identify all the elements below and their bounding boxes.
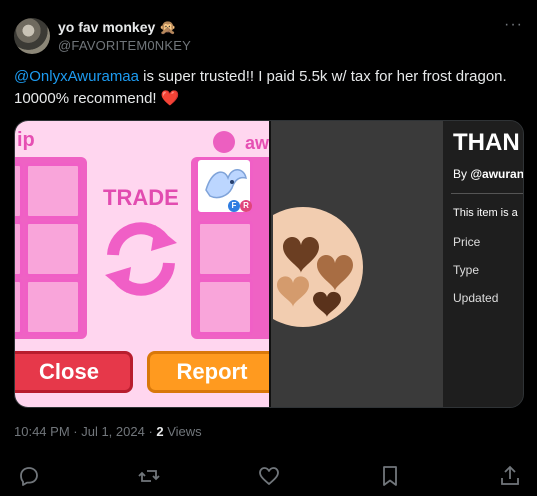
creator-handle[interactable]: @awuran xyxy=(470,167,523,181)
views-label: Views xyxy=(163,424,202,439)
report-button[interactable]: Report xyxy=(147,351,269,393)
flyable-badge: F xyxy=(228,200,240,212)
trade-slot xyxy=(25,279,81,335)
smiley-icon xyxy=(213,131,235,153)
avatar[interactable] xyxy=(14,18,50,54)
heart-emoji: ❤️ xyxy=(160,90,180,107)
item-title: THAN xyxy=(453,129,520,156)
trade-slot xyxy=(25,163,81,219)
author-display-name[interactable]: yo fav monkey 🙊 xyxy=(58,19,177,36)
tweet-meta: 10:44 PM · Jul 1, 2024 · 2 Views xyxy=(14,424,202,439)
more-options-icon[interactable]: ··· xyxy=(504,16,523,34)
trade-slot xyxy=(197,221,253,277)
views-count: 2 xyxy=(156,424,164,439)
by-prefix: By xyxy=(453,167,471,181)
tweet-media[interactable]: ip aw TRADE F R Close Report THAN By @aw… xyxy=(14,120,524,408)
trade-screenshot-image[interactable]: ip aw TRADE F R Close Report xyxy=(15,121,269,407)
type-label: Type xyxy=(453,263,480,277)
mention-link[interactable]: @OnlyxAwuramaa xyxy=(14,68,139,85)
close-button[interactable]: Close xyxy=(15,351,133,393)
creator-line: By @awuran xyxy=(453,167,523,181)
trade-slot xyxy=(15,221,23,277)
tweet-date[interactable]: Jul 1, 2024 xyxy=(81,424,145,439)
author-handle[interactable]: @FAVORITEM0NKEY xyxy=(58,38,191,53)
trade-cycle-icon xyxy=(105,222,177,296)
share-icon[interactable] xyxy=(498,464,522,488)
pet-slot-frost-dragon: F R xyxy=(195,157,253,215)
trade-slot xyxy=(197,279,253,335)
trade-slot xyxy=(15,279,23,335)
tweet-text: @OnlyxAwuramaa is super trusted!! I paid… xyxy=(14,66,524,110)
bookmark-icon[interactable] xyxy=(378,464,402,488)
item-description: This item is a xyxy=(453,207,518,219)
details-divider xyxy=(451,193,523,194)
tweet-actions xyxy=(0,458,537,494)
trade-slot xyxy=(25,221,81,277)
hearts-avatar-image xyxy=(273,207,363,327)
trade-title: TRADE xyxy=(103,185,179,210)
trade-label-right: aw xyxy=(245,133,269,153)
reply-icon[interactable] xyxy=(17,464,41,488)
price-label: Price xyxy=(453,235,481,249)
updated-label: Updated xyxy=(453,291,499,305)
retweet-icon[interactable] xyxy=(137,464,161,488)
trade-slot xyxy=(15,163,23,219)
rideable-badge: R xyxy=(240,200,252,212)
trade-label-left: ip xyxy=(17,129,35,151)
like-icon[interactable] xyxy=(257,464,281,488)
item-screenshot-image[interactable]: THAN By @awuran This item is a Price Typ… xyxy=(271,121,523,407)
tweet-time[interactable]: 10:44 PM xyxy=(14,424,70,439)
